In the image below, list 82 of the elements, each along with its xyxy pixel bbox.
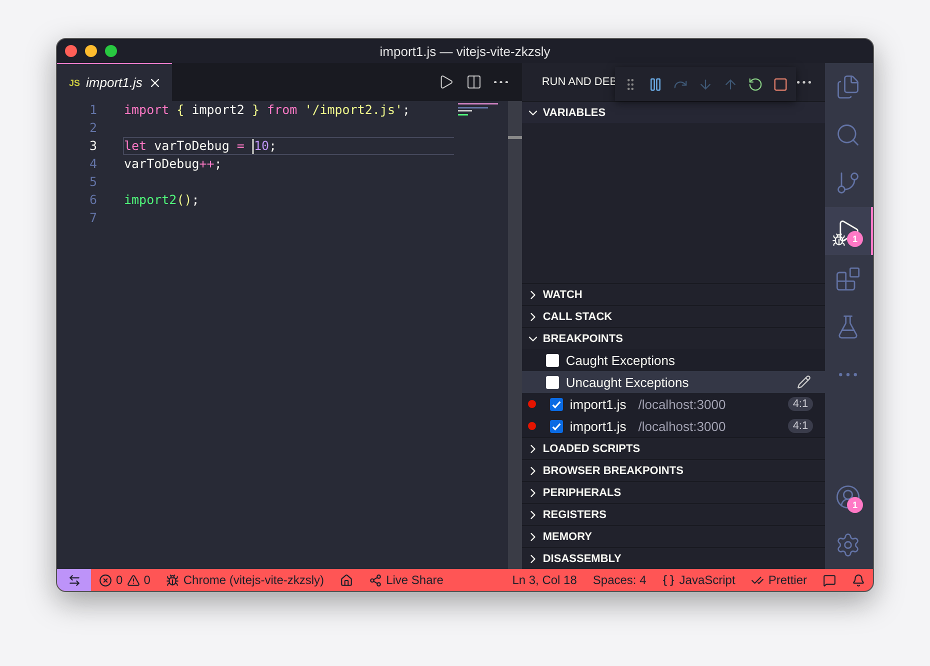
minimize-window-button[interactable]: [85, 45, 97, 57]
branch-icon: [835, 170, 862, 196]
remote-button[interactable]: [57, 569, 91, 591]
close-window-button[interactable]: [65, 45, 77, 57]
section-header[interactable]: WATCH: [522, 283, 826, 305]
stop-icon: [772, 76, 788, 92]
line-number: 2: [88, 119, 97, 137]
home-icon: [340, 574, 354, 586]
count-badge: 1: [846, 497, 863, 513]
checkbox[interactable]: [550, 420, 563, 432]
split-editor-icon[interactable]: [466, 74, 482, 90]
feedback-icon: [823, 574, 836, 586]
bell-icon: [852, 574, 865, 586]
js-file-icon: JS: [69, 78, 80, 88]
exception-label: Uncaught Exceptions: [566, 374, 689, 390]
checkbox[interactable]: [546, 376, 559, 388]
status-item[interactable]: Spaces: 4: [584, 569, 654, 591]
error-count: 0: [116, 573, 123, 587]
section-header[interactable]: PERIPHERALS: [522, 481, 826, 503]
line-number: 6: [88, 191, 97, 209]
window-title: import1.js — vitejs-vite-zkzsly: [380, 44, 550, 58]
breakpoint-dot-icon: [528, 400, 536, 408]
maximize-window-button[interactable]: [105, 45, 117, 57]
live-share-button[interactable]: Live Share: [361, 569, 452, 591]
bug-icon: [166, 574, 180, 586]
line-position: 4:1: [788, 419, 814, 433]
section-header[interactable]: REGISTERS: [522, 503, 826, 525]
settings-icon: [835, 532, 862, 558]
braces-icon: [662, 574, 676, 586]
search-icon: [835, 122, 862, 148]
edit-icon[interactable]: [797, 375, 812, 389]
line-number: 1: [88, 101, 97, 119]
exception-label: Caught Exceptions: [566, 352, 675, 368]
warning-icon: [126, 574, 140, 586]
more-icon[interactable]: [494, 80, 508, 84]
prettier-button[interactable]: Prettier: [743, 569, 815, 591]
share-icon: [369, 574, 382, 586]
files-icon: [835, 74, 862, 100]
pause-icon: [648, 76, 663, 92]
tab-label: import1.js: [86, 75, 142, 90]
code-line: import2();: [123, 191, 200, 209]
restart-icon: [748, 76, 763, 92]
section-header[interactable]: MEMORY: [522, 525, 826, 547]
double-check-icon: [751, 574, 764, 586]
play-bug-icon: [835, 218, 862, 244]
line-position: 4:1: [788, 397, 814, 411]
step-out-icon: [722, 76, 738, 92]
minimap-drawing: [458, 103, 498, 116]
blocks-icon: [835, 266, 862, 292]
section-header[interactable]: LOADED SCRIPTS: [522, 437, 826, 459]
line-number: 7: [88, 209, 97, 227]
line-number: 3: [88, 137, 97, 155]
status-item[interactable]: Ln 3, Col 18: [504, 569, 585, 591]
warning-count: 0: [144, 573, 150, 587]
section-header[interactable]: VARIABLES: [522, 101, 826, 123]
code-line: let varToDebug = 10;: [123, 137, 454, 155]
editor-tab[interactable]: JS import1.js: [57, 63, 172, 101]
line-number: 4: [88, 155, 97, 173]
section-header[interactable]: BROWSER BREAKPOINTS: [522, 459, 826, 481]
more-icon[interactable]: [797, 81, 812, 84]
section-header[interactable]: CALL STACK: [522, 305, 826, 327]
error-icon: [99, 574, 112, 586]
file-name: import1.js: [570, 396, 626, 412]
checkbox[interactable]: [550, 398, 563, 410]
file-name: import1.js: [570, 418, 626, 434]
breakpoint-dot-icon: [528, 422, 536, 430]
file-path: /localhost:3000: [638, 396, 726, 412]
problems-button[interactable]: 0 0: [91, 569, 158, 591]
remote-icon: [68, 574, 80, 586]
checkbox[interactable]: [546, 354, 559, 366]
step-into-icon: [698, 76, 713, 92]
count-badge: 1: [846, 231, 863, 247]
check-icon: [550, 398, 562, 410]
line-number: 5: [88, 173, 97, 191]
check-icon: [550, 420, 562, 432]
code-line: varToDebug++;: [123, 155, 223, 173]
debug-session-button[interactable]: Chrome (vitejs-vite-zkzsly): [158, 569, 332, 591]
language-button[interactable]: JavaScript: [654, 569, 744, 591]
account-icon: [835, 484, 862, 510]
exception-row[interactable]: Uncaught Exceptions: [522, 371, 826, 393]
code-line: import { import2 } from '/import2.js';: [123, 101, 412, 119]
file-path: /localhost:3000: [638, 418, 726, 434]
